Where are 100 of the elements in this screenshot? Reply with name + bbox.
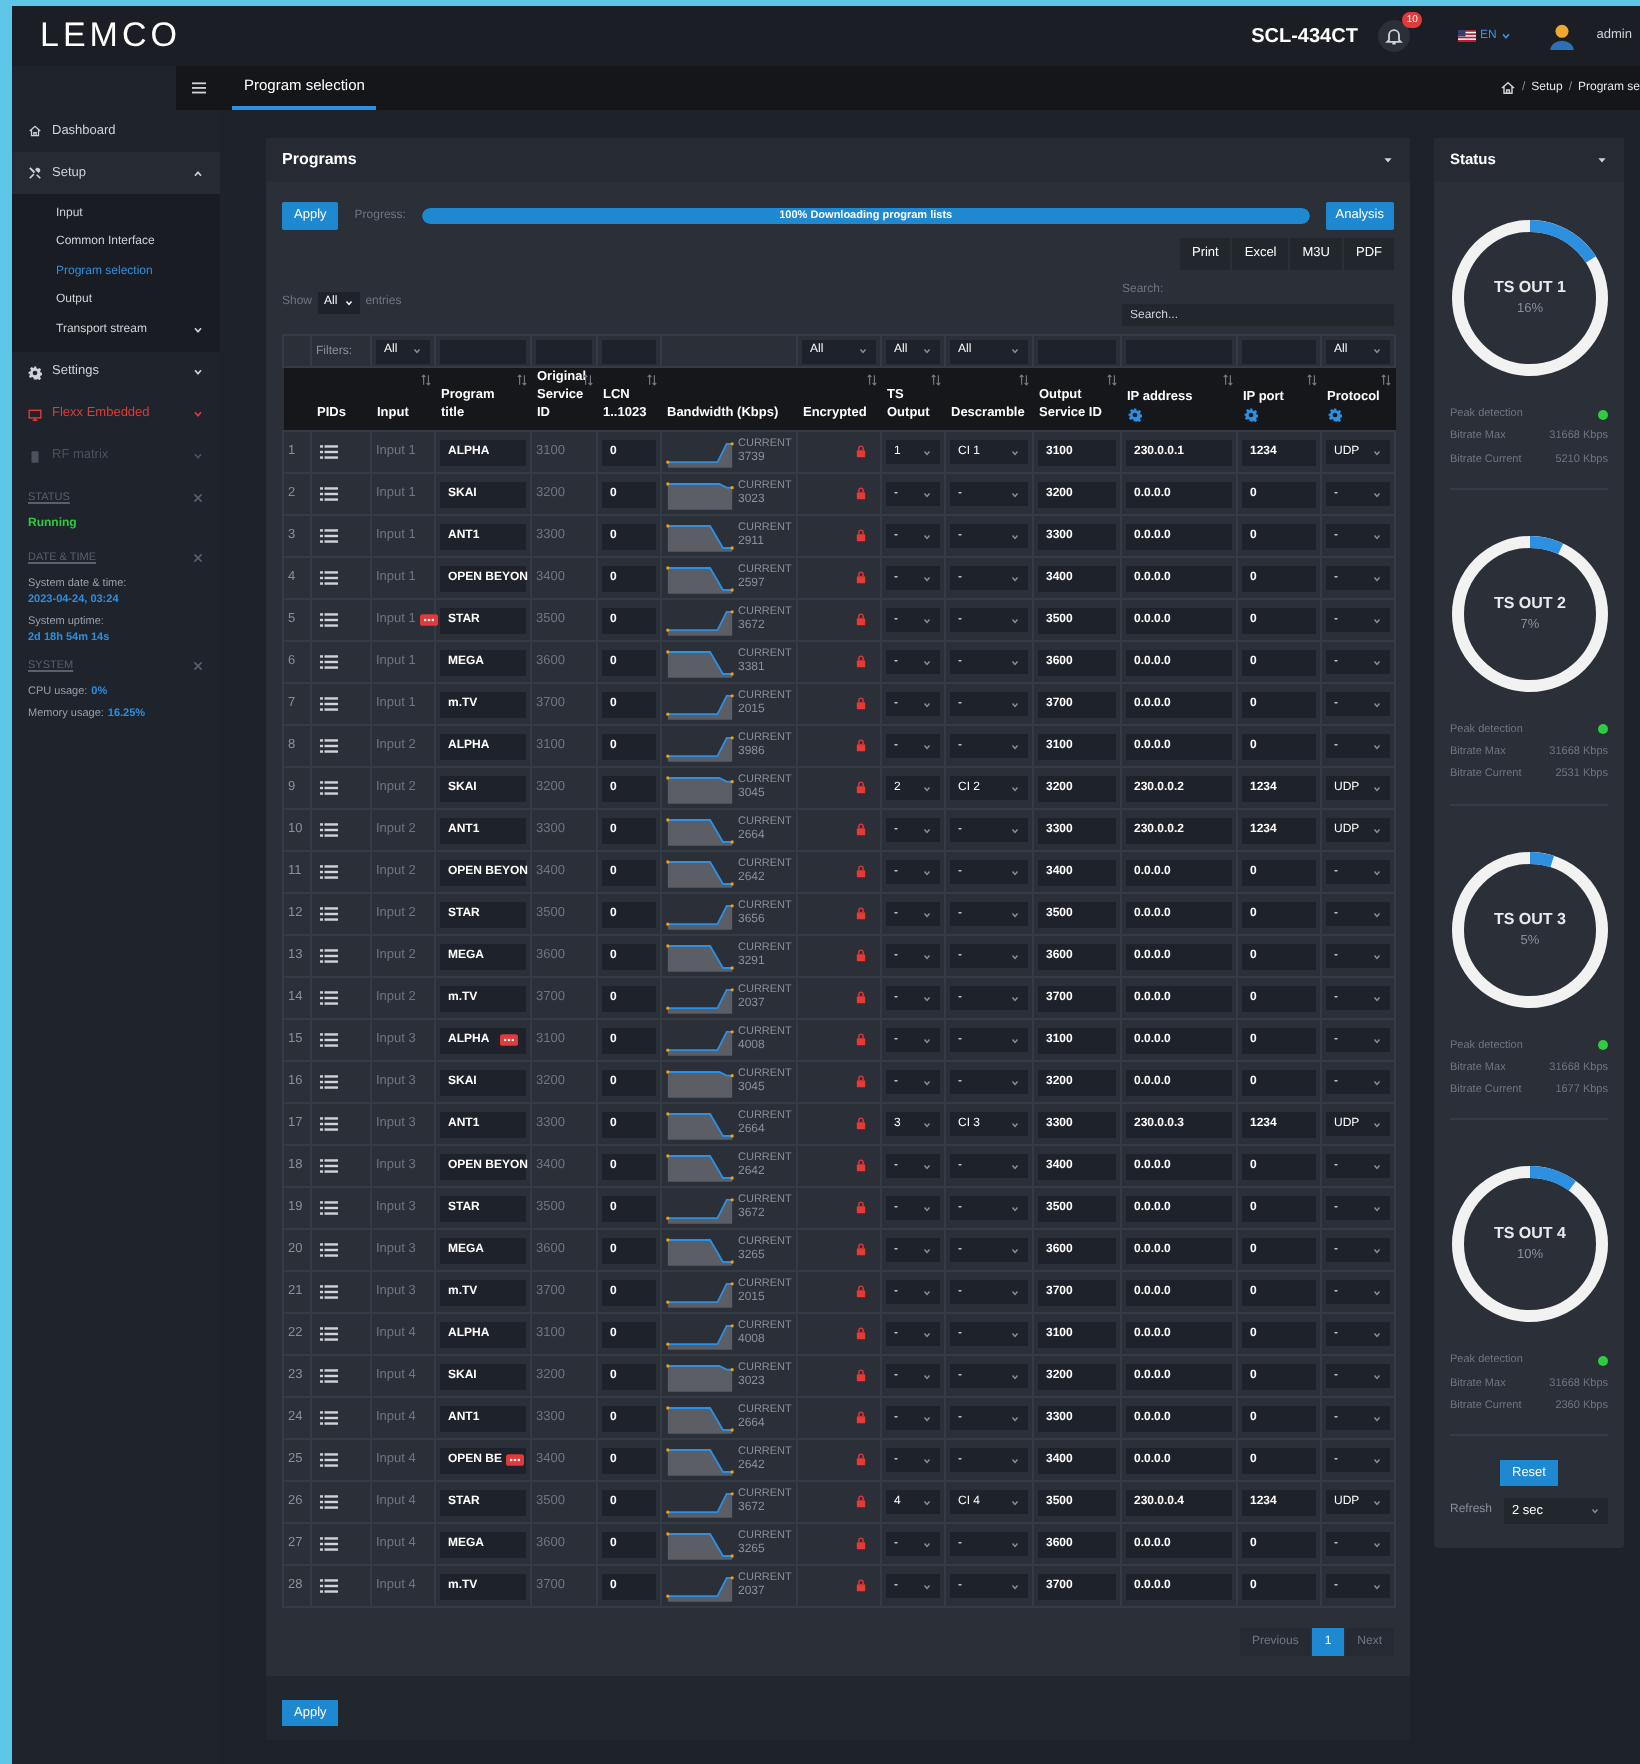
list-icon[interactable] bbox=[320, 444, 338, 460]
list-icon[interactable] bbox=[320, 696, 338, 712]
home-icon[interactable] bbox=[1499, 80, 1516, 96]
panel-title: Programs bbox=[282, 148, 357, 172]
chevron-down-icon bbox=[922, 1245, 932, 1255]
chevron-down-icon bbox=[1010, 346, 1020, 356]
chevron-down-icon bbox=[1010, 615, 1020, 625]
chevron-down-icon bbox=[922, 1119, 932, 1129]
gauge-title: TS OUT 3 bbox=[1493, 907, 1566, 932]
filter-field[interactable] bbox=[440, 339, 526, 363]
list-icon[interactable] bbox=[320, 1326, 338, 1342]
list-icon[interactable] bbox=[320, 1284, 338, 1300]
list-icon[interactable] bbox=[320, 1452, 338, 1468]
list-icon[interactable] bbox=[320, 1200, 338, 1216]
chevron-down-icon bbox=[1372, 1245, 1382, 1255]
chevron-down-icon bbox=[1372, 783, 1382, 793]
chevron-down-icon bbox=[1372, 1287, 1382, 1297]
list-icon[interactable] bbox=[320, 1242, 338, 1258]
list-icon[interactable] bbox=[320, 1158, 338, 1174]
chevron-down-icon bbox=[1372, 1539, 1382, 1549]
chevron-down-icon bbox=[922, 825, 932, 835]
chevron-down-icon bbox=[922, 1161, 932, 1171]
collapse-icon[interactable] bbox=[1596, 154, 1608, 166]
chevron-down-icon bbox=[1372, 1455, 1382, 1465]
list-icon[interactable] bbox=[320, 1074, 338, 1090]
chevron-down-icon bbox=[922, 1455, 932, 1465]
more-badge-icon[interactable] bbox=[419, 614, 438, 626]
list-icon[interactable] bbox=[320, 990, 338, 1006]
filter-field[interactable] bbox=[536, 339, 592, 363]
collapse-icon[interactable] bbox=[1382, 154, 1394, 166]
list-icon[interactable] bbox=[320, 1494, 338, 1510]
chevron-down-icon bbox=[922, 447, 932, 457]
chevron-down-icon bbox=[1010, 1413, 1020, 1423]
more-badge-icon[interactable] bbox=[506, 1454, 525, 1466]
chevron-down-icon bbox=[922, 657, 932, 667]
chevron-down-icon bbox=[192, 324, 204, 337]
filter-field[interactable] bbox=[1126, 339, 1232, 363]
chevron-down-icon bbox=[922, 741, 932, 751]
logo: LEMCO bbox=[38, 14, 183, 59]
list-icon[interactable] bbox=[320, 1368, 338, 1384]
chevron-down-icon bbox=[1372, 1371, 1382, 1381]
list-icon[interactable] bbox=[320, 570, 338, 586]
menu-button[interactable] bbox=[176, 66, 220, 110]
list-icon[interactable] bbox=[320, 1578, 338, 1594]
gauge-title: TS OUT 1 bbox=[1493, 276, 1566, 301]
list-icon[interactable] bbox=[320, 738, 338, 754]
chevron-down-icon bbox=[922, 993, 932, 1003]
list-icon[interactable] bbox=[320, 1410, 338, 1426]
chevron-down-icon bbox=[1372, 447, 1382, 457]
list-icon[interactable] bbox=[320, 654, 338, 670]
chevron-down-icon bbox=[1372, 531, 1382, 541]
list-icon[interactable] bbox=[320, 780, 338, 796]
filter-field[interactable] bbox=[1038, 339, 1116, 363]
chevron-down-icon bbox=[1010, 825, 1020, 835]
chevron-down-icon bbox=[1010, 909, 1020, 919]
list-icon[interactable] bbox=[320, 486, 338, 502]
gauge-title: TS OUT 2 bbox=[1493, 591, 1566, 616]
chevron-down-icon bbox=[1372, 1497, 1382, 1507]
menu-icon bbox=[191, 82, 205, 94]
list-icon[interactable] bbox=[320, 948, 338, 964]
chevron-down-icon bbox=[1372, 1329, 1382, 1339]
list-icon[interactable] bbox=[320, 864, 338, 880]
list-icon[interactable] bbox=[320, 1536, 338, 1552]
chevron-down-icon bbox=[922, 1371, 932, 1381]
chevron-down-icon bbox=[1010, 699, 1020, 709]
close-icon[interactable] bbox=[192, 491, 204, 504]
chevron-down-icon bbox=[922, 909, 932, 919]
close-icon[interactable] bbox=[192, 660, 204, 673]
list-icon[interactable] bbox=[320, 528, 338, 544]
chevron-down-icon bbox=[1010, 993, 1020, 1003]
list-icon[interactable] bbox=[320, 1116, 338, 1132]
user-avatar-icon[interactable] bbox=[1548, 22, 1577, 50]
chevron-down-icon bbox=[1372, 1413, 1382, 1423]
chevron-down-icon bbox=[1372, 1203, 1382, 1213]
chevron-down-icon bbox=[412, 346, 422, 356]
chevron-down-icon bbox=[1010, 1287, 1020, 1297]
filter-field[interactable] bbox=[602, 339, 656, 363]
bell-icon bbox=[1383, 26, 1404, 46]
list-icon[interactable] bbox=[320, 1032, 338, 1048]
list-icon[interactable] bbox=[320, 612, 338, 628]
chevron-down-icon bbox=[922, 1413, 932, 1423]
chevron-down-icon bbox=[922, 531, 932, 541]
chevron-down-icon bbox=[922, 951, 932, 961]
chevron-down-icon bbox=[192, 366, 204, 378]
filter-field[interactable] bbox=[1242, 339, 1316, 363]
tools-icon bbox=[28, 166, 42, 180]
list-icon[interactable] bbox=[320, 906, 338, 922]
close-icon[interactable] bbox=[192, 551, 204, 564]
settings-icon[interactable] bbox=[1127, 408, 1141, 422]
chevron-down-icon bbox=[1010, 951, 1020, 961]
list-icon[interactable] bbox=[320, 822, 338, 838]
more-badge-icon[interactable] bbox=[500, 1034, 518, 1046]
chevron-down-icon bbox=[1010, 657, 1020, 667]
chevron-up-icon bbox=[192, 167, 204, 179]
chevron-down-icon bbox=[922, 615, 932, 625]
settings-icon[interactable] bbox=[1327, 408, 1341, 422]
notifications-button[interactable] bbox=[1377, 20, 1410, 52]
settings-icon[interactable] bbox=[1243, 408, 1257, 422]
chevron-down-icon bbox=[1010, 741, 1020, 751]
chevron-down-icon bbox=[1372, 825, 1382, 835]
